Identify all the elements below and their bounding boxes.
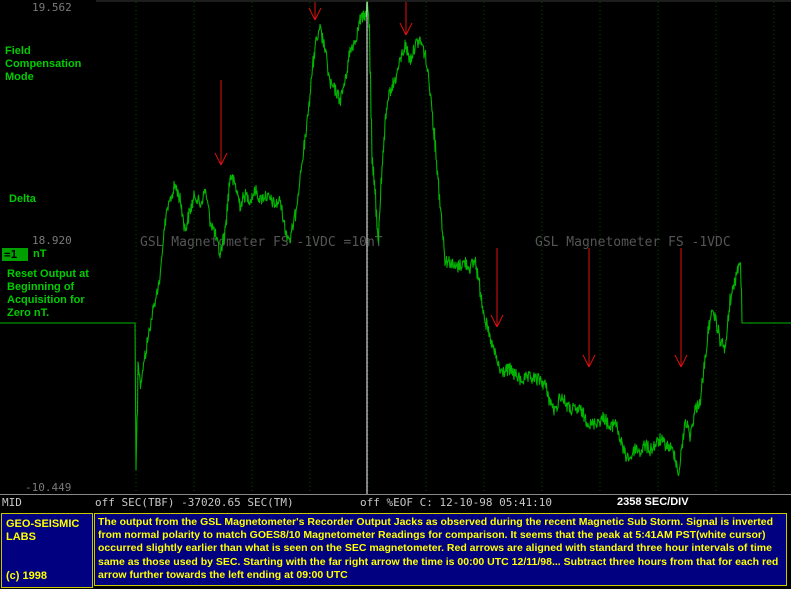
delta-label: Delta bbox=[9, 193, 36, 205]
status-mid: MID bbox=[2, 496, 22, 509]
company-logo-panel: GEO-SEISMIC LABS (c) 1998 bbox=[1, 513, 93, 588]
description-panel: The output from the GSL Magnetometer's R… bbox=[94, 513, 787, 586]
description-text: The output from the GSL Magnetometer's R… bbox=[98, 516, 779, 581]
status-sec-tbf: off SEC(TBF) -37020.65 SEC(TM) bbox=[95, 496, 294, 509]
status-sec-per-div: 2358 SEC/DIV bbox=[617, 496, 689, 508]
red-arrow bbox=[399, 2, 413, 36]
red-arrow bbox=[582, 248, 596, 368]
field-compensation-mode-label: Field Compensation Mode bbox=[5, 45, 82, 83]
logo-copyright: (c) 1998 bbox=[6, 570, 47, 582]
status-bar: MID off SEC(TBF) -37020.65 SEC(TM) off %… bbox=[0, 494, 791, 512]
red-arrow bbox=[308, 2, 322, 21]
unit-badge[interactable]: =1 bbox=[2, 248, 28, 261]
footer: GEO-SEISMIC LABS (c) 1998 The output fro… bbox=[0, 511, 791, 589]
logo-line-2: LABS bbox=[6, 531, 36, 543]
y-max-label: 19.562 bbox=[32, 1, 72, 14]
watermark-right: GSL Magnetometer FS -1VDC bbox=[535, 235, 731, 250]
status-eof-clock: off %EOF C: 12-10-98 05:41:10 bbox=[360, 496, 553, 509]
red-arrow bbox=[214, 80, 228, 166]
y-min-label: -10.449 bbox=[25, 481, 72, 494]
logo-line-1: GEO-SEISMIC bbox=[6, 518, 80, 530]
unit-label: nT bbox=[33, 248, 47, 260]
reset-output-label: Reset Output at Beginning of Acquisition… bbox=[7, 268, 89, 319]
red-arrow bbox=[674, 248, 688, 368]
red-arrows bbox=[214, 2, 688, 368]
y-mid-label: 18.920 bbox=[32, 234, 72, 247]
magnetometer-plot: GSL Magnetometer FS -1VDC =10nT GSL Magn… bbox=[0, 0, 791, 495]
watermark-left: GSL Magnetometer FS -1VDC =10nT bbox=[140, 235, 383, 250]
red-arrow bbox=[490, 248, 504, 328]
